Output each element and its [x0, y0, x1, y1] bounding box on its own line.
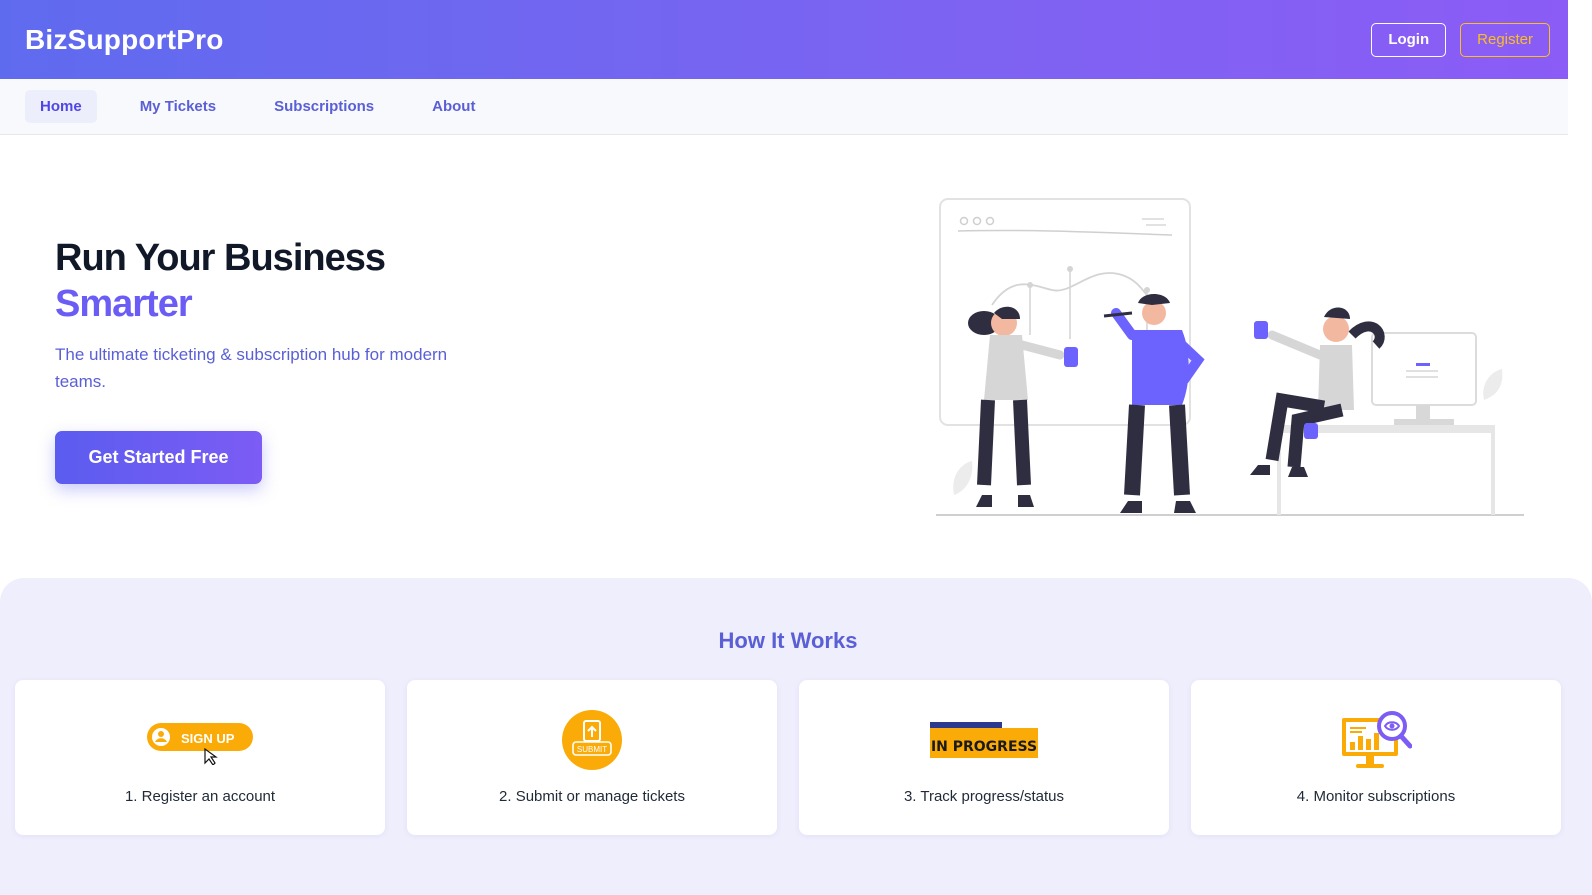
nav-item-home[interactable]: Home [25, 90, 97, 123]
step-card-monitor[interactable]: 4. Monitor subscriptions [1191, 680, 1561, 835]
nav-item-my-tickets[interactable]: My Tickets [125, 90, 231, 123]
login-button[interactable]: Login [1371, 22, 1447, 57]
step-card-register[interactable]: SIGN UP 1. Register an account [15, 680, 385, 835]
hero-section: Run Your Business Smarter The ultimate t… [0, 135, 1568, 580]
nav-item-subscriptions[interactable]: Subscriptions [259, 90, 389, 123]
hero-title: Run Your Business Smarter [55, 235, 386, 327]
step-card-submit[interactable]: SUBMIT 2. Submit or manage tickets [407, 680, 777, 835]
nav-item-about[interactable]: About [417, 90, 490, 123]
sign-up-icon-text: SIGN UP [181, 731, 235, 746]
hero-subtitle: The ultimate ticketing & subscription hu… [55, 345, 448, 391]
hero-title-line1: Run Your Business [55, 237, 386, 279]
submit-icon: SUBMIT [407, 708, 777, 772]
main-nav: Home My Tickets Subscriptions About [0, 79, 1568, 135]
how-it-works-section: How It Works SIGN UP 1. Register an acco… [0, 578, 1592, 895]
top-header: BizSupportPro Login Register [0, 0, 1568, 79]
step-label-register: 1. Register an account [124, 788, 276, 805]
submit-icon-text: SUBMIT [577, 745, 607, 754]
in-progress-icon-text: IN PROGRESS [931, 739, 1037, 755]
how-it-works-title: How It Works [718, 628, 858, 653]
register-button[interactable]: Register [1460, 22, 1550, 57]
brand-logo-text[interactable]: BizSupportPro [25, 24, 224, 56]
monitor-analytics-icon [1191, 708, 1561, 772]
get-started-button[interactable]: Get Started Free [55, 431, 262, 484]
step-card-track[interactable]: IN PROGRESS 3. Track progress/status [799, 680, 1169, 835]
auth-buttons: Login Register [1371, 22, 1550, 57]
step-label-submit: 2. Submit or manage tickets [499, 788, 685, 805]
team-collaboration-illustration [936, 198, 1524, 516]
sign-up-icon: SIGN UP [15, 708, 385, 772]
hero-title-accent: Smarter [55, 283, 193, 325]
step-label-monitor: 4. Monitor subscriptions [1296, 788, 1456, 805]
in-progress-icon: IN PROGRESS [799, 708, 1169, 772]
step-label-track: 3. Track progress/status [903, 788, 1065, 805]
